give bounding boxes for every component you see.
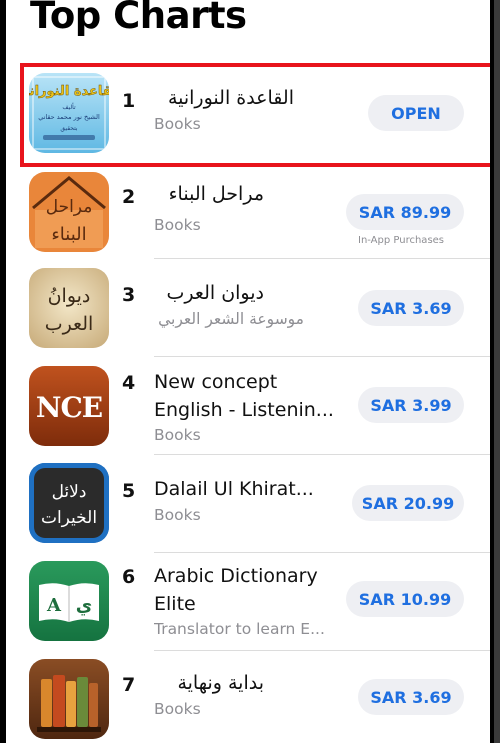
buy-button[interactable]: SAR 20.99	[352, 485, 464, 521]
app-name[interactable]: New concept English - Listenin...	[154, 368, 350, 424]
app-name[interactable]: بداية ونهاية	[154, 669, 264, 697]
rank-number: 4	[122, 372, 136, 394]
list-item[interactable]: A ي 6 Arabic Dictionary Elite Translator…	[6, 554, 490, 650]
icon-letter: A	[46, 595, 62, 616]
app-category: موسوعة الشعر العربي	[158, 310, 304, 328]
list-item[interactable]: القاعدة النورانية تأليف الشيخ نور محمد ح…	[6, 62, 490, 162]
rank-number: 7	[122, 674, 136, 696]
icon-word: العرب	[45, 313, 94, 335]
icon-letter: ي	[76, 595, 93, 616]
divider	[154, 356, 490, 357]
icon-line: بتحقيق	[60, 125, 78, 132]
app-name[interactable]: Dalail Ul Khirat...	[154, 475, 350, 503]
app-category: Books	[154, 115, 201, 133]
app-name[interactable]: Arabic Dictionary Elite	[154, 562, 334, 618]
buy-button[interactable]: SAR 3.69	[358, 290, 464, 326]
app-store-screen: Top Charts القاعدة النورانية تأليف الشيخ…	[6, 0, 490, 743]
app-category: Books	[154, 506, 201, 524]
buy-button[interactable]: SAR 3.69	[358, 679, 464, 715]
app-name[interactable]: القاعدة النورانية	[154, 84, 294, 112]
app-icon-dalail-ul-khirat[interactable]: دلائل الخيرات	[29, 463, 109, 543]
icon-line: الشيخ نور محمد حقاني	[38, 113, 100, 121]
icon-line: تأليف	[62, 102, 76, 111]
icon-word: البناء	[51, 224, 86, 245]
rank-number: 2	[122, 186, 136, 208]
list-item[interactable]: NCE 4 New concept English - Listenin... …	[6, 358, 490, 454]
app-icon-diwan-alarab[interactable]: ديوانُ العرب	[29, 268, 109, 348]
list-item[interactable]: 7 بداية ونهاية Books SAR 3.69	[6, 652, 490, 743]
app-icon-bidaya-wa-nihaya[interactable]	[29, 659, 109, 739]
app-category: Books	[154, 426, 201, 444]
divider	[154, 650, 490, 651]
rank-number: 3	[122, 284, 136, 306]
list-item[interactable]: ديوانُ العرب 3 ديوان العرب موسوعة الشعر …	[6, 260, 490, 356]
open-button[interactable]: OPEN	[368, 95, 464, 131]
buy-button[interactable]: SAR 3.99	[358, 387, 464, 423]
list-item[interactable]: دلائل الخيرات 5 Dalail Ul Khirat... Book…	[6, 456, 490, 552]
window-edge	[494, 0, 500, 743]
buy-button[interactable]: SAR 89.99	[346, 194, 464, 230]
icon-word: ديوانُ	[48, 285, 91, 307]
buy-button[interactable]: SAR 10.99	[346, 581, 464, 617]
rank-number: 5	[122, 480, 136, 502]
app-icon-marahil-albina[interactable]: مراحل البناء	[29, 172, 109, 252]
app-category: Books	[154, 700, 201, 718]
rank-number: 1	[122, 90, 136, 112]
app-name[interactable]: مراحل البناء	[154, 180, 264, 208]
divider	[154, 552, 490, 553]
app-category: Translator to learn E...	[154, 620, 325, 638]
page-title: Top Charts	[30, 0, 247, 37]
app-icon-arabic-dictionary-elite[interactable]: A ي	[29, 561, 109, 641]
icon-logo-text: NCE	[36, 391, 102, 424]
icon-title-text: القاعدة النورانية	[29, 84, 109, 99]
app-icon-new-concept-english[interactable]: NCE	[29, 366, 109, 446]
app-icon-qaida-nuraniya[interactable]: القاعدة النورانية تأليف الشيخ نور محمد ح…	[29, 73, 109, 153]
rank-number: 6	[122, 566, 136, 588]
icon-word: الخيرات	[41, 508, 97, 528]
in-app-purchases-note: In-App Purchases	[358, 235, 445, 246]
icon-word: مراحل	[46, 197, 93, 217]
divider	[154, 258, 490, 259]
list-item[interactable]: مراحل البناء 2 مراحل البناء Books SAR 89…	[6, 166, 490, 258]
divider	[154, 454, 490, 455]
app-category: Books	[154, 216, 201, 234]
app-name[interactable]: ديوان العرب	[154, 279, 264, 307]
icon-word: دلائل	[52, 482, 87, 502]
